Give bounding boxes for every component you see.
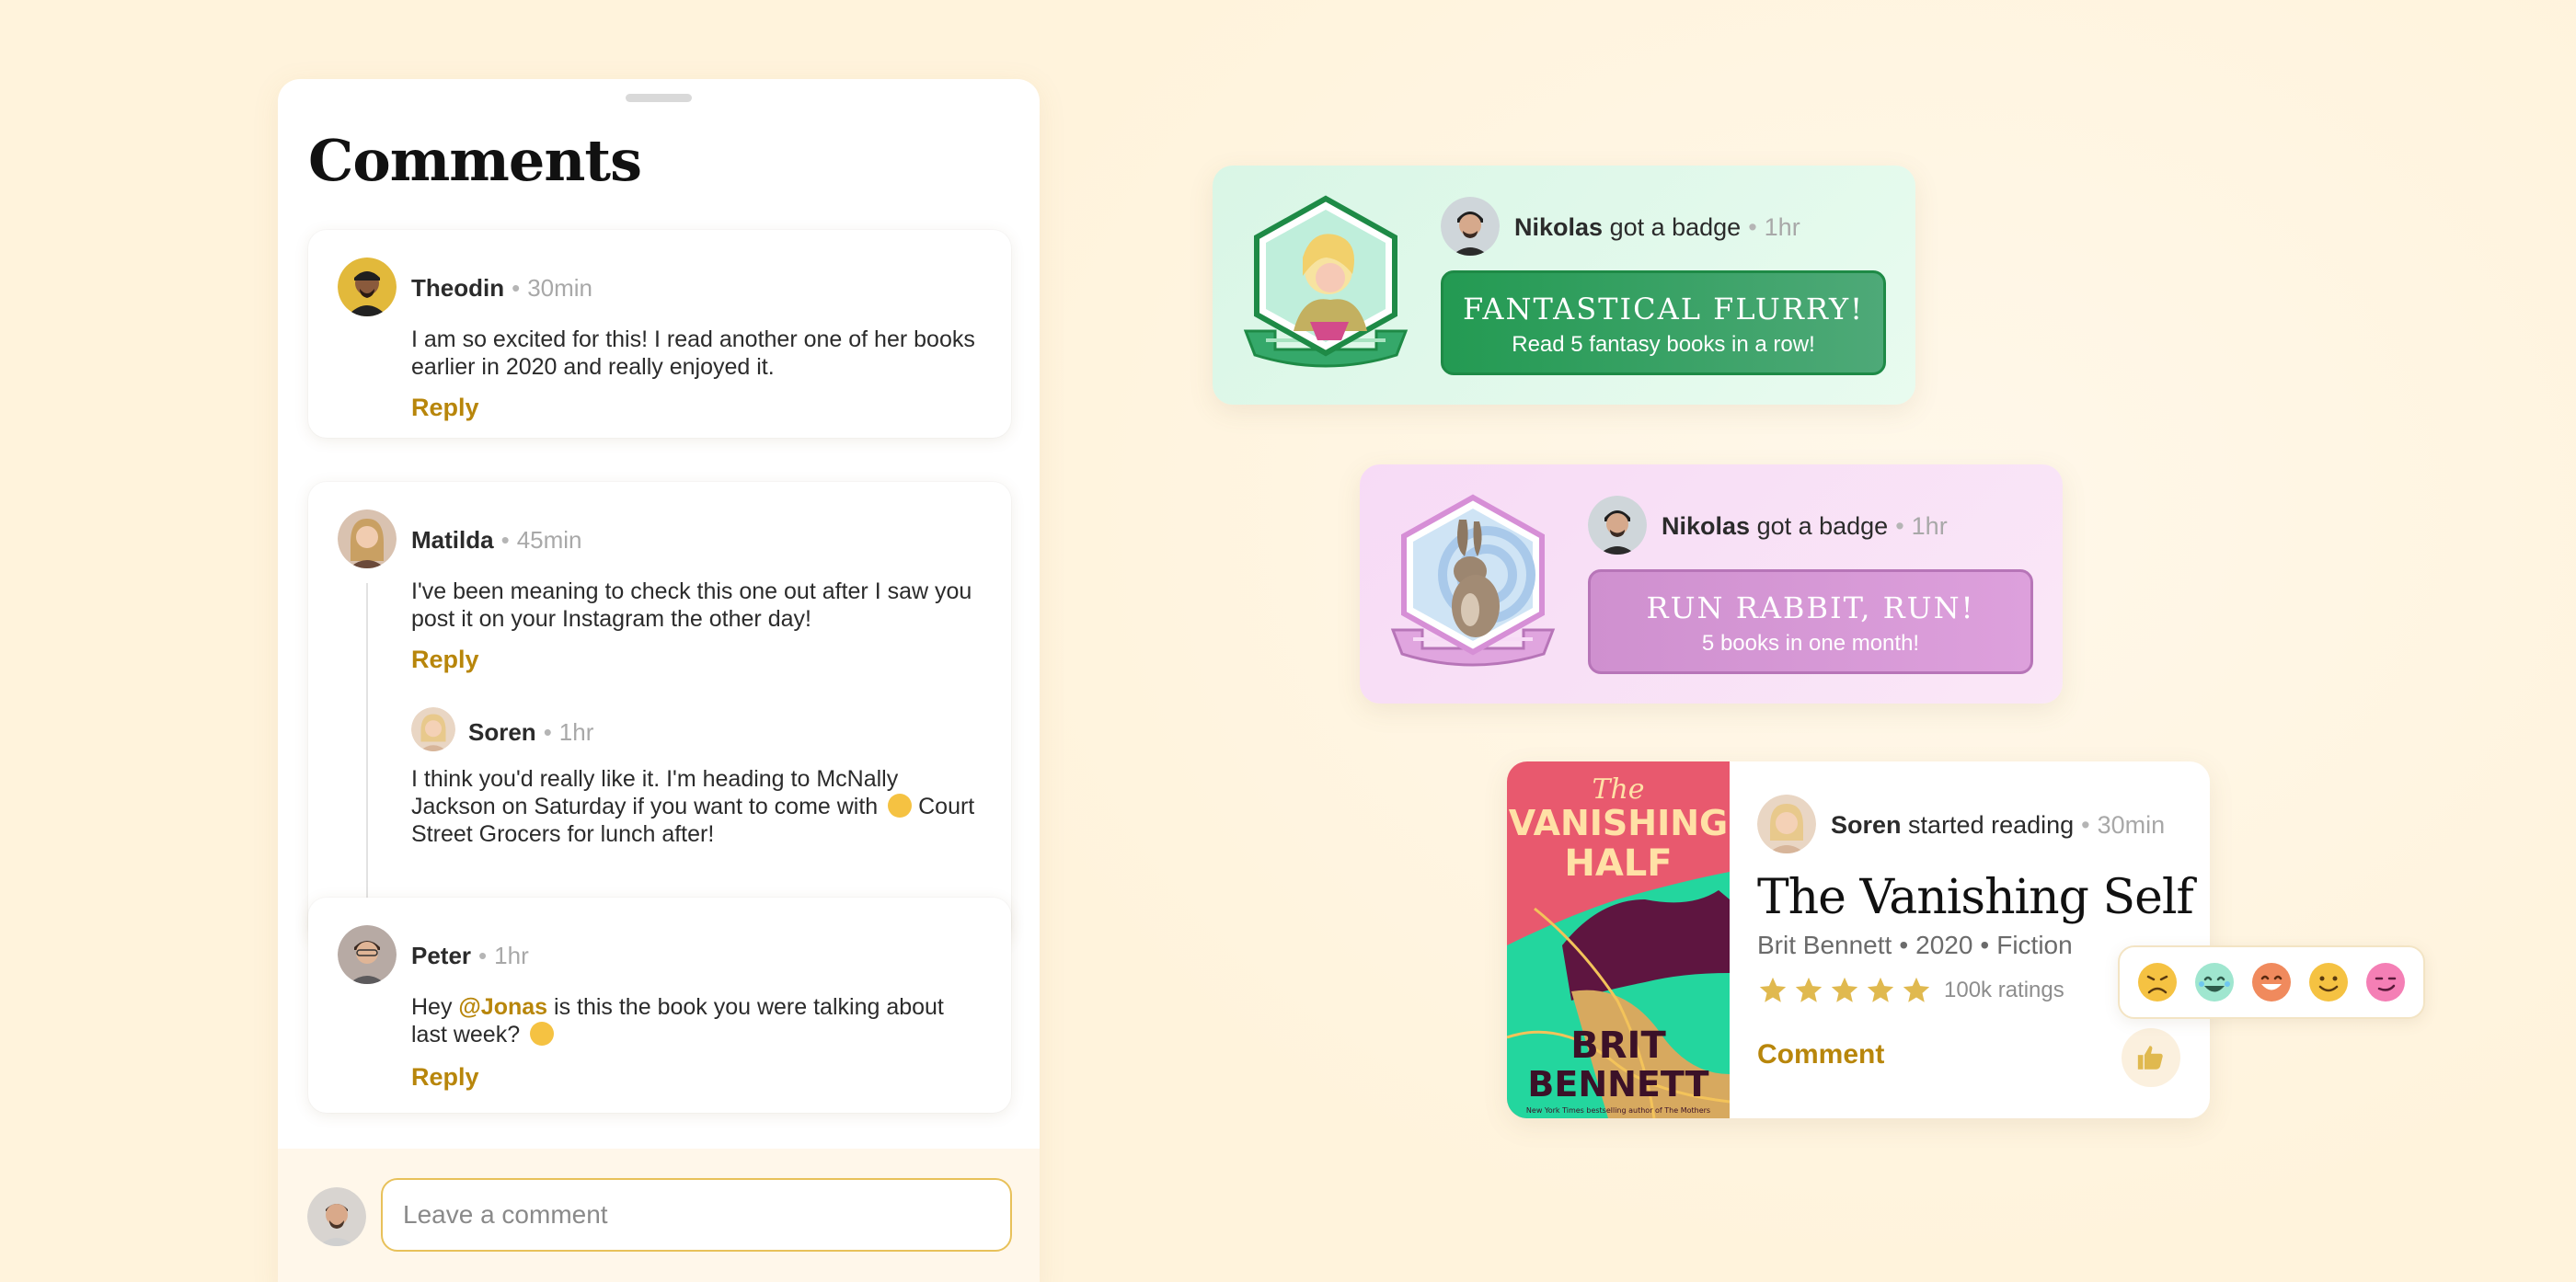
- reply-button[interactable]: Reply: [411, 646, 479, 674]
- reply-meta: Soren • 1hr: [468, 718, 594, 746]
- comment-card: Theodin • 30min I am so excited for this! …: [308, 230, 1011, 438]
- comment-time: 30min: [527, 274, 593, 302]
- comments-panel: Comments Theodin • 30min I am so excited f…: [278, 79, 1040, 1282]
- reply-time: 1hr: [558, 718, 594, 746]
- rabbit-badge-icon: [1386, 492, 1560, 676]
- comment-meta: Theodin • 30min: [411, 274, 593, 302]
- comment-input[interactable]: [381, 1178, 1012, 1252]
- comment-card: Peter • 1hr Hey @Jonas is this the book yo…: [308, 898, 1011, 1113]
- avatar[interactable]: [1588, 496, 1647, 555]
- comment-time: 1hr: [494, 942, 529, 969]
- comment-text: I am so excited for this! I read another…: [411, 326, 975, 380]
- book-details: Brit Bennett • 2020 • Fiction: [1757, 931, 2073, 959]
- reply-button[interactable]: Reply: [411, 1063, 479, 1092]
- reply-button[interactable]: Reply: [411, 394, 479, 422]
- activity-user[interactable]: Soren: [1831, 811, 1902, 839]
- cover-title-line-1: VANISHING: [1509, 803, 1728, 843]
- reply-text: I think you'd really like it. I'm headin…: [411, 766, 975, 847]
- avatar[interactable]: [338, 509, 397, 568]
- star-icon: [1903, 977, 1930, 1002]
- star-rating: 100k ratings: [1757, 975, 2064, 1006]
- book-genre: Fiction: [1996, 931, 2073, 959]
- thumbs-up-button[interactable]: [2122, 1028, 2180, 1087]
- laughing-tears-icon[interactable]: [2193, 961, 2236, 1003]
- cover-title-line-2: HALF: [1564, 842, 1672, 885]
- book-year: 2020: [1915, 931, 1973, 959]
- smirking-face-icon[interactable]: [2364, 961, 2407, 1003]
- comment-time: 45min: [516, 526, 582, 554]
- mention-link[interactable]: @Jonas: [458, 994, 547, 1020]
- sad-face-icon[interactable]: [2136, 961, 2179, 1003]
- cover-tagline: New York Times bestselling author of The…: [1526, 1106, 1710, 1115]
- reply-author[interactable]: Soren: [468, 718, 536, 746]
- badge-user[interactable]: Nikolas: [1514, 213, 1603, 241]
- thumbs-up-icon: [2137, 1046, 2163, 1070]
- reaction-picker: [2118, 945, 2425, 1019]
- cover-author-line-1: BRIT: [1570, 1024, 1666, 1067]
- cover-small-title: The: [1592, 773, 1644, 806]
- book-title[interactable]: The Vanishing Self: [1757, 870, 2194, 925]
- thinking-emoji-icon: [530, 1022, 555, 1046]
- avatar[interactable]: [338, 258, 397, 316]
- cover-author-line-2: BENNETT: [1527, 1064, 1708, 1105]
- comment-author[interactable]: Theodin: [411, 274, 504, 302]
- avatar[interactable]: [411, 707, 455, 751]
- comment-meta: Peter • 1hr: [411, 942, 529, 969]
- drag-handle[interactable]: [626, 94, 692, 102]
- badge-button[interactable]: FANTASTICAL FLURRY! Read 5 fantasy books…: [1441, 270, 1886, 375]
- current-user-avatar: [307, 1187, 366, 1246]
- badge-notification-card: Nikolas got a badge • 1hr RUN RABBIT, RUN!…: [1360, 464, 2063, 704]
- comment-card: Matilda • 45min I've been meaning to check…: [308, 482, 1011, 945]
- badge-notification-card: Nikolas got a badge • 1hr FANTASTICAL FLUR…: [1213, 166, 1915, 405]
- avatar[interactable]: [1441, 197, 1500, 256]
- star-icon: [1795, 977, 1823, 1002]
- badge-subtitle: 5 books in one month!: [1701, 631, 1920, 656]
- comment-author[interactable]: Matilda: [411, 526, 494, 554]
- smiling-emoji-icon: [888, 794, 913, 818]
- thread-line: [366, 583, 368, 921]
- badge-meta-text: Nikolas got a badge • 1hr: [1514, 213, 1800, 241]
- star-icon: [1759, 977, 1787, 1002]
- fantasy-badge-icon: [1238, 193, 1413, 377]
- badge-title: FANTASTICAL FLURRY!: [1462, 292, 1864, 326]
- reading-activity-card: The VANISHING HALF BRIT BENNETT New York…: [1507, 761, 2210, 1118]
- smiling-face-icon[interactable]: [2307, 961, 2350, 1003]
- book-activity-text: Soren started reading • 30min: [1831, 811, 2166, 839]
- grinning-face-icon[interactable]: [2250, 961, 2293, 1003]
- comment-button[interactable]: Comment: [1757, 1039, 1884, 1070]
- badge-meta-text: Nikolas got a badge • 1hr: [1662, 512, 1948, 540]
- badge-title: RUN RABBIT, RUN!: [1646, 590, 1975, 625]
- avatar[interactable]: [1757, 795, 1816, 853]
- star-icon: [1831, 977, 1858, 1002]
- book-author[interactable]: Brit Bennett: [1757, 931, 1892, 959]
- badge-subtitle: Read 5 fantasy books in a row!: [1512, 332, 1815, 357]
- comment-text: Hey @Jonas is this the book you were tal…: [411, 994, 944, 1047]
- badge-button[interactable]: RUN RABBIT, RUN! 5 books in one month!: [1588, 569, 2033, 674]
- panel-title: Comments: [308, 127, 642, 194]
- ratings-count: 100k ratings: [1944, 978, 2064, 1002]
- book-cover[interactable]: The VANISHING HALF BRIT BENNETT New York…: [1507, 761, 1730, 1118]
- avatar[interactable]: [338, 925, 397, 984]
- star-icon: [1867, 977, 1894, 1002]
- badge-user[interactable]: Nikolas: [1662, 512, 1750, 540]
- comment-author[interactable]: Peter: [411, 942, 471, 969]
- comment-meta: Matilda • 45min: [411, 526, 582, 554]
- comment-text: I've been meaning to check this one out …: [411, 578, 972, 632]
- comment-input-bar: [278, 1149, 1040, 1282]
